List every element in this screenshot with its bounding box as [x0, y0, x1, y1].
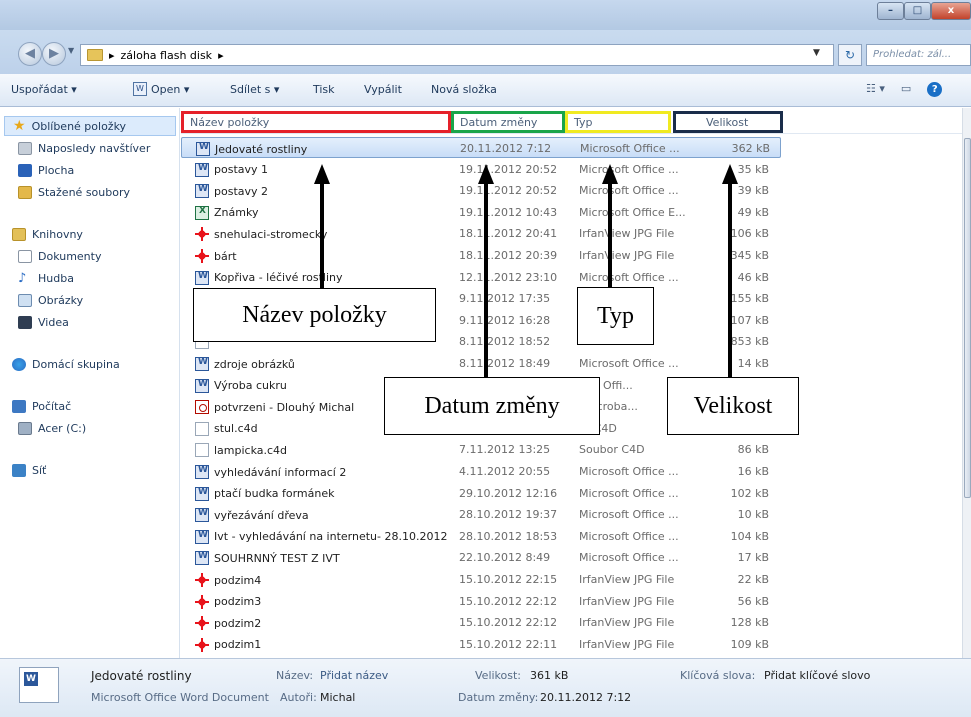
details-keywords-value[interactable]: Přidat klíčové slovo — [764, 669, 870, 682]
details-modified-label: Datum změny: — [458, 691, 539, 704]
arrowhead-size — [722, 164, 738, 184]
details-title-label: Název: — [276, 669, 314, 682]
arrowhead-date — [478, 164, 494, 184]
details-size-value: 361 kB — [530, 669, 569, 682]
details-pane: Jedovaté rostliny Microsoft Office Word … — [0, 658, 971, 717]
callout-date: Datum změny — [384, 377, 600, 435]
callout-name: Název položky — [193, 288, 436, 342]
annotation-arrows — [314, 164, 738, 378]
details-modified-value: 20.11.2012 7:12 — [540, 691, 632, 704]
details-title-value[interactable]: Přidat název — [320, 669, 388, 682]
callout-type: Typ — [577, 287, 654, 345]
callout-size: Velikost — [667, 377, 799, 435]
details-author-label: Autoři: — [280, 691, 317, 704]
details-filename: Jedovaté rostliny — [91, 669, 192, 683]
word-document-thumbnail-icon — [19, 667, 59, 703]
details-filetype: Microsoft Office Word Document — [91, 691, 269, 704]
details-author-value[interactable]: Michal — [320, 691, 355, 704]
details-size-label: Velikost: — [475, 669, 522, 682]
arrowhead-name — [314, 164, 330, 184]
details-keywords-label: Klíčová slova: — [680, 669, 756, 682]
explorer-window: – □ x ◀ ▶ ▼ ▸ záloha flash disk ▸ ▼ ↻ Pr… — [0, 0, 971, 717]
arrowhead-type — [602, 164, 618, 184]
